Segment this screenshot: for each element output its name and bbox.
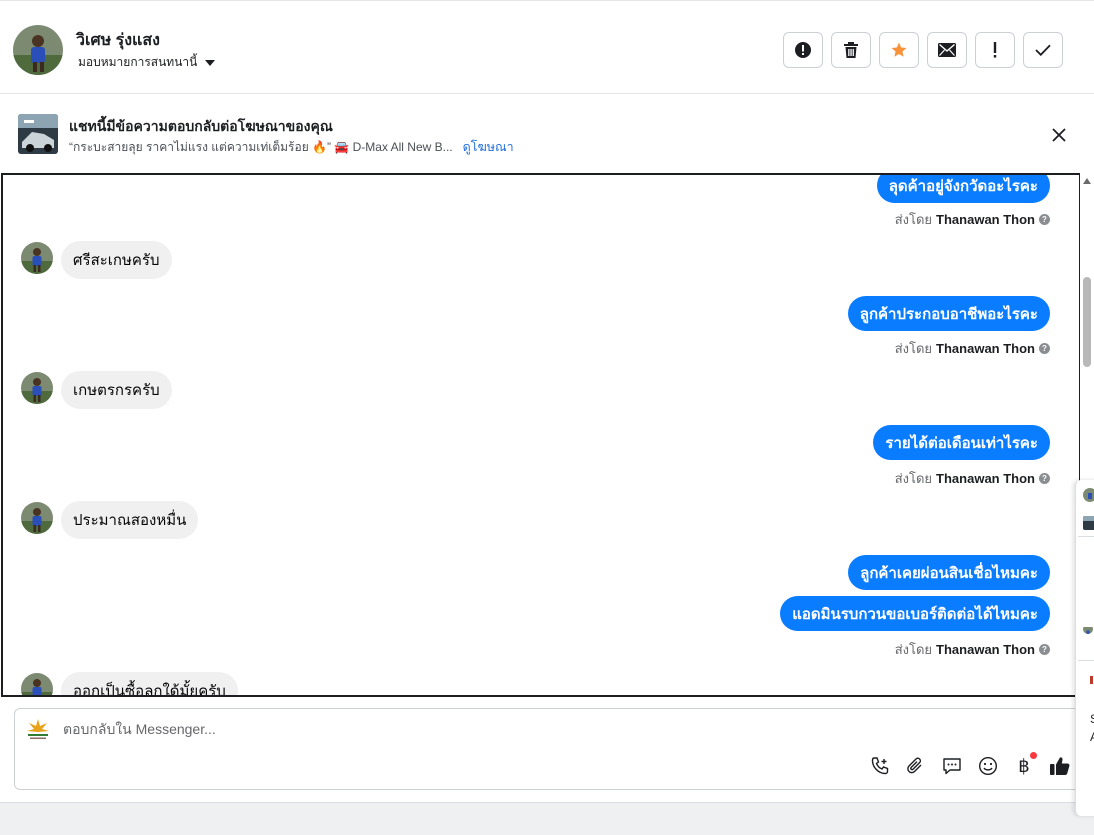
star-button[interactable] [879, 32, 919, 68]
side-text-line: A [1090, 730, 1094, 744]
emoji-button[interactable] [977, 755, 999, 777]
info-icon[interactable]: ? [1039, 644, 1050, 655]
phone-add-icon [871, 757, 889, 775]
contact-name: วิเศษ รุ่งแสง [76, 32, 160, 49]
contact-avatar-small[interactable] [21, 242, 53, 274]
outgoing-message[interactable]: รายได้ต่อเดือนเท่าไรคะ [873, 425, 1050, 460]
thumbs-up-icon [1050, 757, 1070, 775]
page-logo-icon [25, 717, 51, 741]
contact-avatar[interactable] [13, 25, 63, 75]
star-icon [891, 42, 907, 57]
assign-conversation-dropdown[interactable]: มอบหมายการสนทนานี้ [78, 53, 216, 72]
incoming-message[interactable]: ประมาณสองหมื่น [61, 501, 199, 539]
outgoing-message[interactable]: ลุดค้าอยู่จังกวัดอะไรคะ [876, 175, 1050, 203]
info-icon[interactable]: ? [1039, 343, 1050, 354]
mark-done-button[interactable] [1023, 32, 1063, 68]
page-bottom-strip [0, 802, 1094, 835]
assign-label: มอบหมายการสนทนานี้ [78, 55, 198, 69]
sent-by-label: ส่งโดย Thanawan Thon? [895, 338, 1050, 359]
conversation-header: วิเศษ รุ่งแสง มอบหมายการสนทนานี้ [0, 0, 1094, 94]
scrollbar-thumb[interactable] [1083, 277, 1091, 367]
incoming-message[interactable]: ศรีสะเกษครับ [61, 241, 172, 279]
sent-by-label: ส่งโดย Thanawan Thon? [895, 639, 1050, 660]
sent-by-label: ส่งโดย Thanawan Thon? [895, 209, 1050, 230]
incoming-message[interactable]: เกษตรกรครับ [61, 371, 172, 409]
info-icon[interactable]: ? [1039, 473, 1050, 484]
side-floating-panel[interactable]: S A [1075, 480, 1094, 816]
call-button[interactable] [869, 755, 891, 777]
notification-dot [1030, 752, 1037, 759]
payment-button[interactable]: ฿ [1013, 752, 1037, 777]
side-divider [1078, 660, 1094, 661]
ad-banner-subtitle: “กระบะสายลุย ราคาไม่แรง แต่ความเท่เต็มร้… [69, 137, 514, 157]
ad-quote: “กระบะสายลุย ราคาไม่แรง แต่ความเท่เต็มร้… [69, 139, 453, 154]
ad-thumbnail[interactable] [18, 114, 58, 154]
side-avatar-small[interactable] [1083, 624, 1093, 634]
attach-button[interactable] [905, 755, 927, 777]
trash-icon [844, 42, 858, 58]
incoming-message[interactable]: ออกเป็นซื้อลกใด้มั้ยครับ [61, 672, 238, 695]
exclamation-icon [993, 42, 997, 58]
envelope-icon [938, 43, 956, 57]
outgoing-message[interactable]: ลูกค้าประกอบอาชีพอะไรคะ [847, 296, 1050, 331]
side-divider [1078, 536, 1094, 537]
view-ad-link[interactable]: ดูโฆษณา [463, 137, 514, 157]
paperclip-icon [907, 757, 922, 774]
reply-composer: ฿ [14, 708, 1080, 790]
mark-spam-button[interactable] [783, 32, 823, 68]
close-banner-button[interactable] [1049, 125, 1069, 145]
conversation-actions [783, 32, 1063, 68]
delete-button[interactable] [831, 32, 871, 68]
ad-reply-banner: แชทนี้มีข้อความตอบกลับต่อโฆษณาของคุณ “กร… [0, 94, 1094, 173]
conversation-view: วิเศษ รุ่งแสง มอบหมายการสนทนานี้ แชทนี้ม… [0, 0, 1094, 835]
mark-unread-button[interactable] [927, 32, 967, 68]
alert-circle-icon [795, 42, 811, 58]
outgoing-message[interactable]: แอดมินรบกวนขอเบอร์ติดต่อได้ไหมคะ [780, 596, 1050, 631]
outgoing-message[interactable]: ลูกค้าเคยผ่อนสินเชื่อไหมคะ [848, 555, 1050, 590]
reply-input[interactable] [63, 721, 663, 737]
baht-icon: ฿ [1018, 755, 1030, 777]
ad-banner-title: แชทนี้มีข้อความตอบกลับต่อโฆษณาของคุณ [69, 118, 333, 134]
composer-toolbar: ฿ [869, 752, 1071, 777]
scroll-up-arrow-icon[interactable] [1083, 178, 1091, 184]
message-thread[interactable]: ลุดค้าอยู่จังกวัดอะไรคะ ส่งโดย Thanawan T… [1, 173, 1081, 697]
check-icon [1035, 44, 1051, 56]
chat-bubble-icon [943, 758, 961, 775]
close-icon [1052, 128, 1066, 142]
contact-avatar-small[interactable] [21, 673, 53, 695]
contact-avatar-small[interactable] [21, 502, 53, 534]
side-text-line: S [1090, 712, 1094, 726]
follow-up-button[interactable] [975, 32, 1015, 68]
side-red-mark [1090, 676, 1093, 684]
side-avatar[interactable] [1083, 488, 1094, 502]
caret-down-icon [205, 59, 216, 66]
info-icon[interactable]: ? [1039, 214, 1050, 225]
reply-area: ฿ [0, 697, 1094, 802]
saved-replies-button[interactable] [941, 755, 963, 777]
side-thumbnail[interactable] [1083, 516, 1094, 530]
smile-icon [978, 756, 998, 776]
sent-by-label: ส่งโดย Thanawan Thon? [895, 468, 1050, 489]
like-button[interactable] [1049, 755, 1071, 777]
contact-avatar-small[interactable] [21, 372, 53, 404]
